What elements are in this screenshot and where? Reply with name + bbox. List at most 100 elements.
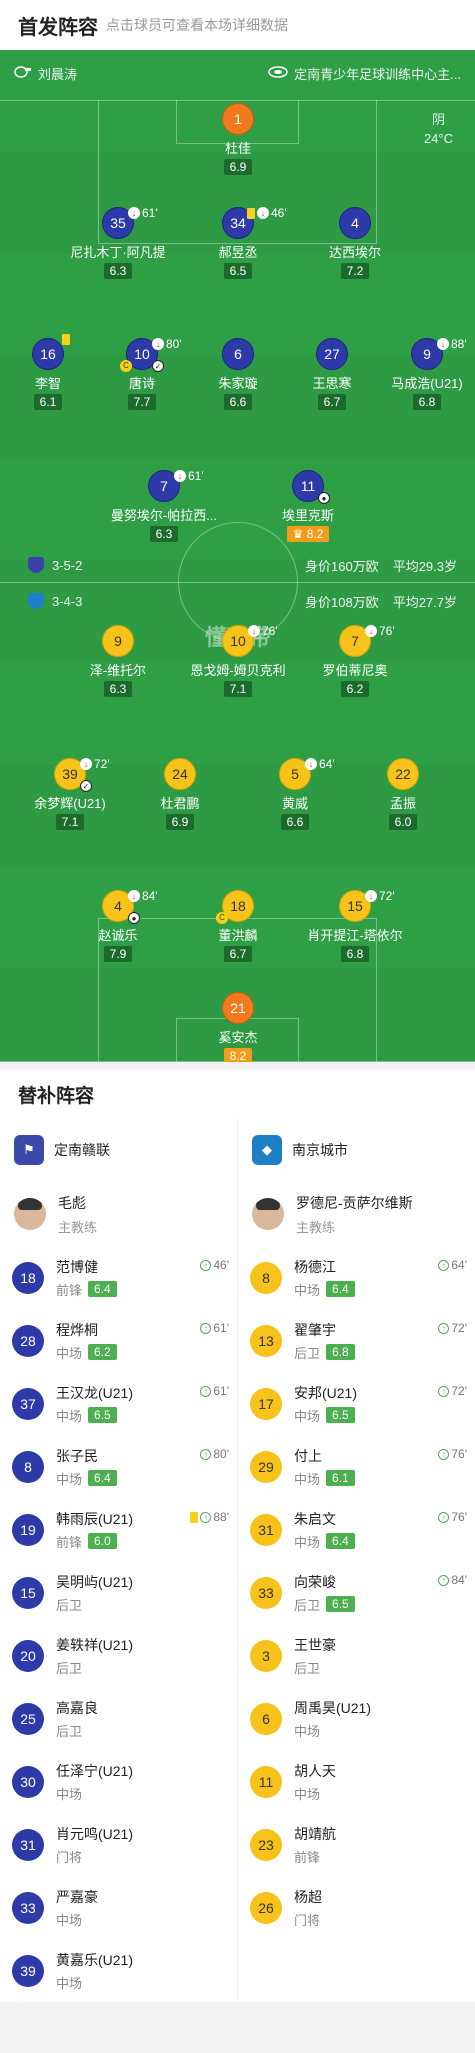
sub-off-icon: ↓: [152, 338, 164, 350]
home-team-row[interactable]: ⚑ 定南赣联: [0, 1118, 237, 1182]
home-team-logo-icon: ⚑: [14, 1135, 44, 1165]
bench-player-row[interactable]: 31 朱启文 中场 6.4 ↑ 76': [238, 1498, 475, 1561]
away-player-7[interactable]: 7 ↓ 76' 罗伯蒂尼奥 6.2: [295, 624, 415, 698]
player-rating: 6.6: [223, 394, 253, 410]
sub-on-icon: ↑: [438, 1448, 450, 1460]
player-name: 董洪麟: [218, 928, 258, 943]
bench-player-row[interactable]: 6 周禹昊(U21) 中场: [238, 1687, 475, 1750]
bench-player-row[interactable]: 13 翟肇宇 后卫 6.8 ↑ 72': [238, 1309, 475, 1372]
player-name: 泽-维托尔: [89, 663, 147, 678]
bench-player-name: 付上: [294, 1447, 322, 1464]
player-number: 24: [164, 758, 196, 790]
away-team-name: 南京城市: [292, 1142, 348, 1158]
bench-player-row[interactable]: 30 任泽宁(U21) 中场: [0, 1750, 237, 1813]
bench-player-row[interactable]: 33 严嘉豪 中场: [0, 1876, 237, 1939]
bench-player-row[interactable]: 11 胡人天 中场: [238, 1750, 475, 1813]
bench-player-row[interactable]: 8 杨德江 中场 6.4 ↑ 64': [238, 1246, 475, 1309]
bench-player-row[interactable]: 19 韩雨辰(U21) 前锋 6.0 ↑ 88': [0, 1498, 237, 1561]
bench-player-number: 23: [250, 1828, 282, 1861]
coach-name: 罗德尼-贡萨尔维斯: [296, 1194, 413, 1211]
home-player-9[interactable]: 9 ↓ 88' 马成浩(U21) 6.8: [367, 337, 475, 411]
home-player-34[interactable]: 34 ↓ 46' 郝昱丞 6.5: [178, 206, 298, 280]
sub-on-icon: ↑: [200, 1448, 212, 1460]
bench-player-position: 中场: [56, 1345, 83, 1361]
sub-off-icon: ↓: [305, 758, 317, 770]
player-rating: 6.3: [103, 263, 133, 279]
bench-player-position: 后卫: [56, 1597, 83, 1613]
player-number: 27: [316, 338, 348, 370]
bench-player-row[interactable]: 26 杨超 门将: [238, 1876, 475, 1939]
home-player-7[interactable]: 7 ↓ 61' 曼努埃尔-帕拉西... 6.3: [104, 469, 224, 543]
sub-on-indicator: ↑ 76': [438, 1510, 467, 1524]
home-team-name: 定南赣联: [54, 1142, 110, 1158]
sub-on-icon: ↑: [200, 1385, 212, 1397]
bench-player-row[interactable]: 25 高嘉良 后卫: [0, 1687, 237, 1750]
home-player-1[interactable]: 1 杜佳 6.9: [178, 103, 298, 176]
bench-player-row[interactable]: 15 吴明屿(U21) 后卫: [0, 1561, 237, 1624]
bench-player-rating: 6.4: [326, 1533, 355, 1549]
bench-player-position: 中场: [56, 1471, 83, 1487]
player-rating: 7.1: [223, 681, 253, 697]
away-player-15[interactable]: 15 ↓ 72' 肖开提江-塔依尔 6.8: [295, 889, 415, 963]
lineup-header: 首发阵容 点击球员可查看本场详细数据: [0, 0, 475, 50]
player-rating: 6.5: [223, 263, 253, 279]
sub-off-icon: ↓: [80, 758, 92, 770]
home-player-35[interactable]: 35 ↓ 61' 尼扎木丁·阿凡提 6.3: [58, 206, 178, 280]
captain-icon: C: [216, 912, 228, 924]
bench-player-row[interactable]: 31 肖元鸣(U21) 门将: [0, 1813, 237, 1876]
bench-player-row[interactable]: 18 范博健 前锋 6.4 ↑ 46': [0, 1246, 237, 1309]
sub-off-indicator: ↓ 76': [365, 624, 395, 638]
bench-player-position: 门将: [294, 1912, 321, 1928]
bench-player-row[interactable]: 37 王汉龙(U21) 中场 6.5 ↑ 61': [0, 1372, 237, 1435]
sub-on-indicator: ↑ 84': [438, 1573, 467, 1587]
bench-player-rating: 6.4: [88, 1470, 117, 1486]
player-name: 罗伯蒂尼奥: [322, 663, 388, 678]
bench-player-row[interactable]: 8 张子民 中场 6.4 ↑ 80': [0, 1435, 237, 1498]
bench-player-row[interactable]: 39 黄嘉乐(U21) 中场: [0, 1939, 237, 2002]
home-player-11[interactable]: 11 ● 埃里克斯 ♛ 8.2: [248, 470, 368, 543]
player-name: 达西埃尔: [328, 245, 381, 260]
away-coach[interactable]: 罗德尼-贡萨尔维斯 主教练: [238, 1182, 475, 1246]
weather-info: 阴 24°C: [424, 110, 453, 148]
home-average-age: 平均29.3岁: [392, 558, 457, 574]
card-indicator: [62, 334, 70, 345]
bench-player-row[interactable]: 28 程烨桐 中场 6.2 ↑ 61': [0, 1309, 237, 1372]
bench-player-row[interactable]: 3 王世豪 后卫: [238, 1624, 475, 1687]
player-rating: 6.0: [388, 814, 418, 830]
bench-player-row[interactable]: 33 向荣峻 后卫 6.5 ↑ 84': [238, 1561, 475, 1624]
bench-player-position: 中场: [294, 1723, 321, 1739]
sub-on-indicator: ↑ 61': [200, 1321, 229, 1335]
player-name: 赵诚乐: [98, 928, 138, 943]
home-player-4[interactable]: 4 达西埃尔 7.2: [295, 207, 415, 280]
player-number: 22: [387, 758, 419, 790]
away-player-22[interactable]: 22 孟振 6.0: [343, 758, 463, 831]
away-player-10[interactable]: 10 ↓ 76' 恩戈姆-姆贝克利 7.1: [178, 624, 298, 698]
player-rating: 6.9: [165, 814, 195, 830]
player-name: 郝昱丞: [218, 245, 258, 260]
away-player-39[interactable]: 39 ↓ 72' ✓ 余梦辉(U21) 7.1: [10, 757, 130, 831]
bench-player-name: 严嘉豪: [56, 1888, 98, 1905]
player-name: 曼努埃尔-帕拉西...: [110, 508, 218, 523]
away-player-4[interactable]: 4 ↓ 84' ● 赵诚乐 7.9: [58, 889, 178, 963]
sub-on-icon: ↑: [438, 1259, 450, 1271]
bench-player-row[interactable]: 23 胡靖航 前锋: [238, 1813, 475, 1876]
bench-player-rating: 6.8: [326, 1344, 355, 1360]
player-number: 21: [222, 992, 254, 1024]
player-name: 余梦辉(U21): [34, 796, 106, 811]
away-player-24[interactable]: 24 杜君鹏 6.9: [120, 758, 240, 831]
bench-player-number: 25: [12, 1702, 44, 1735]
away-player-18[interactable]: 18 C 董洪麟 6.7: [178, 890, 298, 963]
away-player-5[interactable]: 5 ↓ 64' 黄威 6.6: [235, 757, 355, 831]
away-player-21[interactable]: 21 奚安杰 8.2: [178, 992, 298, 1062]
away-average-age: 平均27.7岁: [392, 594, 457, 610]
bench-player-name: 向荣峻: [294, 1573, 336, 1590]
bench-player-row[interactable]: 29 付上 中场 6.1 ↑ 76': [238, 1435, 475, 1498]
away-player-9[interactable]: 9 泽-维托尔 6.3: [58, 625, 178, 698]
bench-player-row[interactable]: 17 安邦(U21) 中场 6.5 ↑ 72': [238, 1372, 475, 1435]
home-formation-row: 3-5-2 身价160万欧 平均29.3岁: [0, 552, 475, 578]
away-coach-avatar: [252, 1198, 284, 1230]
home-coach[interactable]: 毛彪 主教练: [0, 1182, 237, 1246]
bench-player-row[interactable]: 20 姜轶祥(U21) 后卫: [0, 1624, 237, 1687]
away-team-row[interactable]: ◆ 南京城市: [238, 1118, 475, 1182]
match-info-bar: 刘晨涛 定南青少年足球训练中心主...: [0, 50, 475, 96]
